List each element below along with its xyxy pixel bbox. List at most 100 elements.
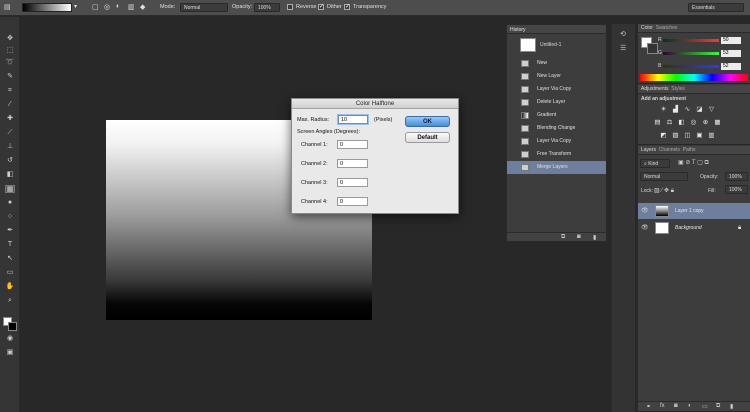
eraser-tool-icon[interactable]: ◧ bbox=[5, 171, 15, 179]
eye-icon[interactable]: 👁︎ bbox=[641, 203, 649, 219]
blend-mode-select[interactable]: Normal bbox=[640, 172, 688, 181]
reflected-gradient-icon[interactable]: ▥ bbox=[128, 3, 135, 11]
tab-color[interactable]: Color bbox=[641, 25, 653, 31]
trash-icon[interactable]: ▮ bbox=[730, 403, 733, 410]
history-step-selected[interactable]: Merge Layers bbox=[507, 161, 606, 174]
tab-paths[interactable]: Paths bbox=[683, 147, 696, 153]
layer-style-icon[interactable]: fx bbox=[660, 403, 665, 409]
marquee-tool-icon[interactable]: ⬚ bbox=[5, 47, 15, 55]
curves-icon[interactable]: ∿ bbox=[684, 106, 691, 113]
path-select-tool-icon[interactable]: ↖ bbox=[5, 255, 15, 263]
hand-tool-icon[interactable]: ✋ bbox=[5, 283, 15, 291]
channel-4-input[interactable]: 0 bbox=[337, 197, 368, 206]
history-brush-tool-icon[interactable]: ↺ bbox=[5, 157, 15, 165]
transparency-checkbox[interactable]: ✓ bbox=[344, 4, 350, 10]
gradient-tool-preset-icon[interactable]: ▤ bbox=[4, 3, 11, 11]
history-step[interactable]: New Layer bbox=[507, 70, 606, 83]
channel-3-input[interactable]: 0 bbox=[337, 178, 368, 187]
layer-name[interactable]: Layer 1 copy bbox=[675, 203, 704, 219]
dither-checkbox[interactable]: ✓ bbox=[318, 4, 324, 10]
tab-layers[interactable]: Layers bbox=[641, 147, 656, 153]
levels-icon[interactable]: ▟ bbox=[672, 106, 679, 113]
chevron-down-icon[interactable]: ▾ bbox=[74, 3, 77, 10]
default-button[interactable]: Default bbox=[405, 132, 450, 143]
ok-button[interactable]: OK bbox=[405, 116, 450, 127]
vibrance-icon[interactable]: ▽ bbox=[708, 106, 715, 113]
layer-name[interactable]: Background bbox=[675, 220, 702, 236]
blur-tool-icon[interactable]: ● bbox=[5, 199, 15, 207]
history-step[interactable]: Free Transform bbox=[507, 148, 606, 161]
background-swatch[interactable] bbox=[647, 43, 658, 54]
pen-tool-icon[interactable]: ✒ bbox=[5, 227, 15, 235]
history-step[interactable]: Layer Via Copy bbox=[507, 83, 606, 96]
trash-icon[interactable]: ▮ bbox=[593, 234, 596, 241]
history-snapshot[interactable]: Untitled-1 bbox=[507, 35, 606, 55]
dodge-tool-icon[interactable]: ○ bbox=[5, 213, 15, 221]
photo-filter-icon[interactable]: ◎ bbox=[690, 119, 697, 126]
history-tab[interactable]: History bbox=[507, 25, 606, 34]
color-balance-icon[interactable]: ⚖ bbox=[666, 119, 673, 126]
color-lookup-icon[interactable]: ▦ bbox=[714, 119, 721, 126]
new-document-from-state-icon[interactable]: ⧉ bbox=[561, 234, 565, 241]
gradient-tool-icon[interactable]: ▦ bbox=[5, 185, 15, 193]
history-step[interactable]: Layer Via Copy bbox=[507, 135, 606, 148]
hue-saturation-icon[interactable]: ▤ bbox=[654, 119, 661, 126]
color-spectrum-bar[interactable] bbox=[640, 74, 748, 81]
history-panel-icon[interactable]: ⟲ bbox=[620, 30, 626, 38]
background-color-swatch[interactable] bbox=[8, 322, 17, 331]
fill-field[interactable]: 100% bbox=[725, 185, 748, 194]
camera-icon[interactable]: ◙ bbox=[577, 234, 581, 240]
workspace-select[interactable]: Essentials bbox=[688, 3, 744, 12]
history-step[interactable]: Delete Layer bbox=[507, 96, 606, 109]
healing-tool-icon[interactable]: ✚ bbox=[5, 115, 15, 123]
history-step[interactable]: Gradient bbox=[507, 109, 606, 122]
group-icon[interactable]: ▭ bbox=[702, 403, 708, 410]
channel-1-input[interactable]: 0 bbox=[337, 140, 368, 149]
r-slider[interactable] bbox=[663, 39, 719, 42]
layer-mask-icon[interactable]: ◙ bbox=[674, 403, 678, 409]
invert-icon[interactable]: ◩ bbox=[660, 132, 667, 139]
lasso-tool-icon[interactable]: ➰ bbox=[5, 59, 15, 67]
filter-icons[interactable]: ▣ ⊘ T ▢ ⧉ bbox=[678, 159, 709, 167]
history-step[interactable]: New bbox=[507, 57, 606, 70]
brush-tool-icon[interactable]: ⟋ bbox=[5, 129, 15, 137]
diamond-gradient-icon[interactable]: ◆ bbox=[140, 3, 145, 11]
gradient-map-icon[interactable]: ▥ bbox=[708, 132, 715, 139]
exposure-icon[interactable]: ◪ bbox=[696, 106, 703, 113]
layer-filter-select[interactable]: ⌕ Kind bbox=[640, 159, 670, 168]
layer-row[interactable]: 👁︎ Background 🔒︎ bbox=[638, 220, 750, 236]
tab-swatches[interactable]: Swatches bbox=[656, 25, 678, 31]
r-value[interactable]: 50 bbox=[721, 37, 741, 44]
g-slider[interactable] bbox=[663, 52, 719, 55]
gradient-picker[interactable] bbox=[22, 3, 72, 12]
zoom-tool-icon[interactable]: ⌕ bbox=[5, 297, 15, 305]
max-radius-input[interactable]: 10 bbox=[338, 115, 368, 124]
black-white-icon[interactable]: ◧ bbox=[678, 119, 685, 126]
b-slider[interactable] bbox=[663, 65, 719, 68]
eye-icon[interactable]: 👁︎ bbox=[641, 220, 649, 236]
move-tool-icon[interactable]: ✥ bbox=[5, 35, 15, 43]
crop-tool-icon[interactable]: ⌗ bbox=[5, 87, 15, 95]
lock-icons[interactable]: ▨ ⁄ ✥ 🔒︎ bbox=[654, 187, 674, 195]
new-layer-icon[interactable]: ⧉ bbox=[716, 403, 720, 410]
clone-stamp-tool-icon[interactable]: ⊥ bbox=[5, 143, 15, 151]
tab-styles[interactable]: Styles bbox=[671, 86, 685, 92]
history-step[interactable]: Blending Change bbox=[507, 122, 606, 135]
g-value[interactable]: 53 bbox=[721, 50, 741, 57]
mode-select[interactable]: Normal bbox=[180, 3, 228, 12]
quick-mask-icon[interactable]: ◉ bbox=[5, 335, 15, 343]
adjustment-layer-icon[interactable]: ◐ bbox=[688, 403, 692, 409]
screen-mode-icon[interactable]: ▣ bbox=[5, 349, 15, 357]
channel-mixer-icon[interactable]: ⊕ bbox=[702, 119, 709, 126]
tab-adjustments[interactable]: Adjustments bbox=[641, 86, 669, 92]
angle-gradient-icon[interactable]: ◐ bbox=[116, 3, 120, 10]
quick-select-tool-icon[interactable]: ✎ bbox=[5, 73, 15, 81]
type-tool-icon[interactable]: T bbox=[5, 241, 15, 249]
b-value[interactable]: 52 bbox=[721, 63, 741, 70]
brightness-contrast-icon[interactable]: ☀ bbox=[660, 106, 667, 113]
linear-gradient-icon[interactable]: ▢ bbox=[92, 3, 99, 11]
link-layers-icon[interactable]: ⚭ bbox=[646, 403, 651, 410]
layer-row[interactable]: 👁︎ Layer 1 copy bbox=[638, 203, 750, 219]
shape-tool-icon[interactable]: ▭ bbox=[5, 269, 15, 277]
eyedropper-tool-icon[interactable]: ⁄ bbox=[5, 101, 15, 109]
